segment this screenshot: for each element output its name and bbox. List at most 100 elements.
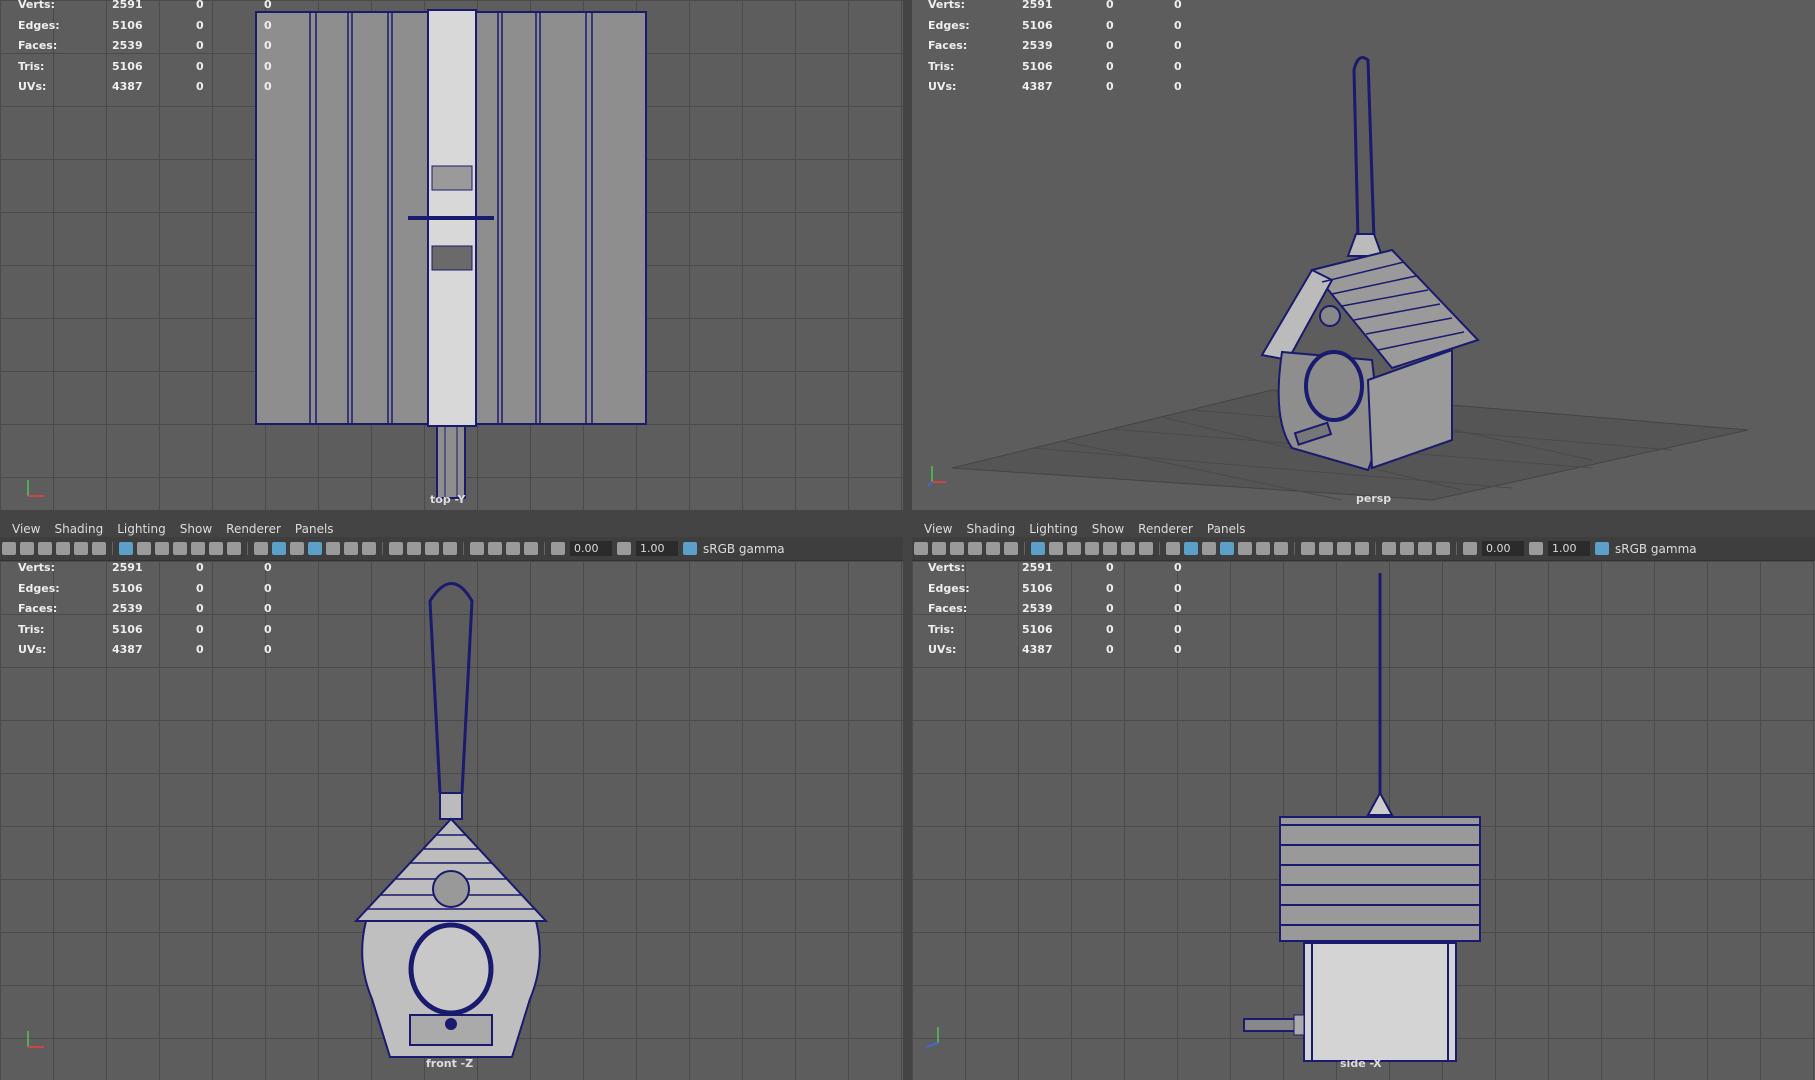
menu-shading[interactable]: Shading (966, 522, 1015, 536)
bookmark-icon[interactable] (950, 542, 964, 555)
front-view-model (353, 582, 549, 1058)
anti-alias-icon[interactable] (425, 542, 439, 555)
gamma-field[interactable]: 1.00 (636, 541, 678, 556)
gamma-icon[interactable] (617, 542, 631, 555)
axis-gizmo-icon (927, 466, 946, 487)
viewport-persp[interactable]: Verts: 2591 0 0 Edges: 5106 0 0 Faces: 2539 0 0 T… (912, 0, 1815, 510)
menubar-side: View Shading Lighting Show Renderer Pane… (912, 518, 1815, 539)
depth-of-field-icon[interactable] (1355, 542, 1369, 555)
toolbar-front: 0.00 1.00 sRGB gamma (0, 537, 903, 561)
safe-title-icon[interactable] (1139, 542, 1153, 555)
image-plane-icon[interactable] (968, 542, 982, 555)
shadows-icon[interactable] (362, 542, 376, 555)
grease-pencil-icon[interactable] (1004, 542, 1018, 555)
gate-mask-icon[interactable] (1085, 542, 1099, 555)
anti-alias-icon[interactable] (1337, 542, 1351, 555)
lights-icon[interactable] (344, 542, 358, 555)
field-chart-icon[interactable] (1103, 542, 1117, 555)
wireframe-on-shaded-icon[interactable] (1220, 542, 1234, 555)
menubar-front: View Shading Lighting Show Renderer Pane… (0, 518, 903, 539)
film-gate-icon[interactable] (137, 542, 151, 555)
wireframe-icon[interactable] (254, 542, 268, 555)
gamma-icon[interactable] (1529, 542, 1543, 555)
motion-blur-icon[interactable] (1319, 542, 1333, 555)
persp-view-model (951, 56, 1749, 501)
backface-icon[interactable] (524, 542, 538, 555)
menu-lighting[interactable]: Lighting (1029, 522, 1078, 536)
safe-action-icon[interactable] (209, 542, 223, 555)
xray-joints-icon[interactable] (506, 542, 520, 555)
textured-icon[interactable] (1238, 542, 1252, 555)
axis-gizmo-icon (925, 1027, 939, 1048)
wireframe-icon[interactable] (1166, 542, 1180, 555)
pan-zoom-icon[interactable] (986, 542, 1000, 555)
menu-view[interactable]: View (12, 522, 40, 536)
safe-title-icon[interactable] (227, 542, 241, 555)
viewport-side[interactable]: Verts: 2591 0 0 Edges: 5106 0 0 Faces: 2539 0 0 T… (912, 561, 1815, 1080)
grease-pencil-icon[interactable] (92, 542, 106, 555)
film-gate-icon[interactable] (1049, 542, 1063, 555)
xray-joints-icon[interactable] (1418, 542, 1432, 555)
gate-mask-icon[interactable] (173, 542, 187, 555)
colorspace-label[interactable]: sRGB gamma (1615, 542, 1697, 556)
menu-renderer[interactable]: Renderer (226, 522, 281, 536)
default-material-icon[interactable] (1202, 542, 1216, 555)
ambient-occlusion-icon[interactable] (389, 542, 403, 555)
menu-shading[interactable]: Shading (54, 522, 103, 536)
grid-icon[interactable] (1031, 542, 1045, 555)
resolution-gate-icon[interactable] (155, 542, 169, 555)
wireframe-on-shaded-icon[interactable] (308, 542, 322, 555)
camera-label-side: side -X (1340, 1057, 1382, 1070)
color-management-icon[interactable] (683, 542, 697, 555)
resolution-gate-icon[interactable] (1067, 542, 1081, 555)
bookmark-icon[interactable] (38, 542, 52, 555)
field-chart-icon[interactable] (191, 542, 205, 555)
exposure-field[interactable]: 0.00 (1482, 541, 1524, 556)
exposure-icon[interactable] (551, 542, 565, 555)
gamma-field[interactable]: 1.00 (1548, 541, 1590, 556)
camera-icon[interactable] (914, 542, 928, 555)
toolbar-side: 0.00 1.00 sRGB gamma (912, 537, 1815, 561)
menu-panels[interactable]: Panels (1207, 522, 1246, 536)
camera-icon[interactable] (2, 542, 16, 555)
textured-icon[interactable] (326, 542, 340, 555)
camera-attr-icon[interactable] (932, 542, 946, 555)
axis-gizmo-icon (27, 480, 44, 497)
shadows-icon[interactable] (1274, 542, 1288, 555)
isolate-select-icon[interactable] (470, 542, 484, 555)
default-material-icon[interactable] (290, 542, 304, 555)
top-view-model (255, 9, 647, 499)
camera-label-top: top -Y (430, 493, 466, 506)
viewport-top[interactable]: Verts: 2591 0 0 Edges: 5106 0 0 Faces: 2539 0 0 T… (0, 0, 903, 510)
safe-action-icon[interactable] (1121, 542, 1135, 555)
isolate-select-icon[interactable] (1382, 542, 1396, 555)
smooth-shade-icon[interactable] (272, 542, 286, 555)
axis-gizmo-icon (27, 1031, 44, 1048)
exposure-icon[interactable] (1463, 542, 1477, 555)
menu-view[interactable]: View (924, 522, 952, 536)
depth-of-field-icon[interactable] (443, 542, 457, 555)
grid-icon[interactable] (119, 542, 133, 555)
menu-panels[interactable]: Panels (295, 522, 334, 536)
exposure-field[interactable]: 0.00 (570, 541, 612, 556)
lights-icon[interactable] (1256, 542, 1270, 555)
pan-zoom-icon[interactable] (74, 542, 88, 555)
menu-renderer[interactable]: Renderer (1138, 522, 1193, 536)
motion-blur-icon[interactable] (407, 542, 421, 555)
camera-attr-icon[interactable] (20, 542, 34, 555)
ambient-occlusion-icon[interactable] (1301, 542, 1315, 555)
colorspace-label[interactable]: sRGB gamma (703, 542, 785, 556)
backface-icon[interactable] (1436, 542, 1450, 555)
xray-icon[interactable] (1400, 542, 1414, 555)
image-plane-icon[interactable] (56, 542, 70, 555)
menu-lighting[interactable]: Lighting (117, 522, 166, 536)
camera-label-persp: persp (1356, 492, 1392, 505)
menu-show[interactable]: Show (180, 522, 212, 536)
xray-icon[interactable] (488, 542, 502, 555)
color-management-icon[interactable] (1595, 542, 1609, 555)
viewport-front[interactable]: Verts: 2591 0 0 Edges: 5106 0 0 Faces: 2539 0 0 T… (0, 561, 903, 1080)
smooth-shade-icon[interactable] (1184, 542, 1198, 555)
camera-label-front: front -Z (426, 1057, 474, 1070)
side-view-model (1243, 573, 1481, 1062)
menu-show[interactable]: Show (1092, 522, 1124, 536)
